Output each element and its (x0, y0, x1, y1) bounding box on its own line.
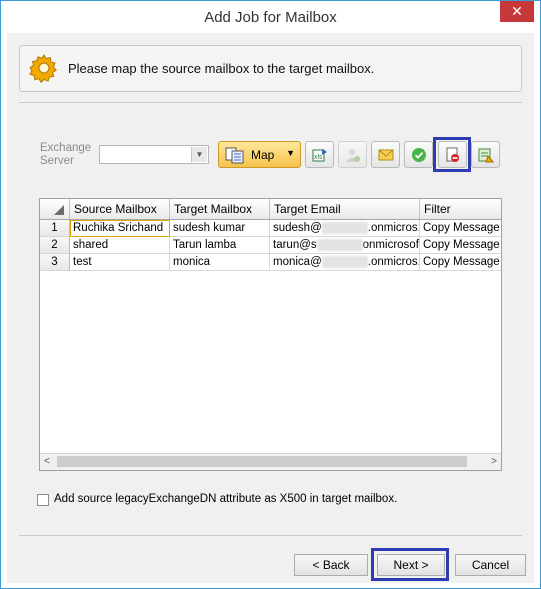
horizontal-scrollbar[interactable]: < > (40, 453, 501, 470)
table-row[interactable]: 2 shared Tarun lamba tarun@s onmicrosoft.… (40, 237, 501, 254)
cancel-button[interactable]: Cancel (455, 554, 526, 576)
filter-cell[interactable]: Copy Message C (420, 254, 501, 271)
mapping-grid[interactable]: Source Mailbox Target Mailbox Target Ema… (39, 198, 502, 471)
email-suffix: onmicrosoft.... (362, 239, 419, 251)
corner-triangle-icon (54, 205, 64, 215)
column-header-source[interactable]: Source Mailbox (70, 199, 170, 219)
dialog-window: Add Job for Mailbox ✕ Please map the sou… (0, 0, 541, 589)
row-number[interactable]: 2 (40, 237, 70, 254)
divider (19, 102, 522, 103)
filter-cell[interactable]: Copy Message C (420, 237, 501, 254)
source-mailbox-cell[interactable]: shared (70, 237, 170, 254)
email-prefix: sudesh@ (273, 222, 322, 234)
map-icon (225, 147, 244, 164)
target-mailbox-cell[interactable]: Tarun lamba (170, 237, 270, 254)
map-button-label: Map (251, 148, 275, 162)
email-button[interactable] (371, 141, 400, 168)
export-mapping-icon: xls (312, 149, 327, 162)
highlight-next (371, 548, 449, 581)
filter-settings-icon (478, 148, 494, 163)
column-header-filter[interactable]: Filter (420, 199, 501, 219)
filter-cell[interactable]: Copy Message C (420, 220, 501, 237)
close-button[interactable]: ✕ (500, 1, 534, 22)
email-prefix: monica@ (273, 256, 322, 268)
chevron-down-icon[interactable]: ▼ (191, 147, 207, 162)
email-suffix: .onmicros... (367, 256, 419, 268)
email-prefix: tarun@s (273, 239, 317, 251)
column-header-target[interactable]: Target Mailbox (170, 199, 270, 219)
target-mailbox-cell[interactable]: sudesh kumar (170, 220, 270, 237)
highlight-remove-mapping (433, 137, 471, 172)
grid-header: Source Mailbox Target Mailbox Target Ema… (40, 199, 501, 220)
export-mapping-button[interactable]: xls (305, 141, 334, 168)
back-button[interactable]: < Back (294, 554, 368, 576)
instruction-text: Please map the source mailbox to the tar… (68, 61, 375, 76)
exchange-server-label: Exchange Server (40, 142, 92, 167)
email-suffix: .onmicros... (367, 222, 419, 234)
add-user-icon (346, 149, 360, 162)
dialog-body: Please map the source mailbox to the tar… (7, 33, 534, 583)
target-email-cell[interactable]: sudesh@ .onmicros... (270, 220, 420, 237)
x500-checkbox[interactable] (37, 494, 49, 506)
window-title: Add Job for Mailbox (204, 9, 337, 26)
validate-button[interactable] (404, 141, 433, 168)
target-email-cell[interactable]: monica@ .onmicros... (270, 254, 420, 271)
row-number[interactable]: 1 (40, 220, 70, 237)
x500-checkbox-label[interactable]: Add source legacyExchangeDN attribute as… (54, 493, 397, 505)
svg-text:xls: xls (314, 154, 323, 161)
source-mailbox-cell[interactable]: Ruchika Srichand (70, 220, 170, 237)
column-header-email[interactable]: Target Email (270, 199, 420, 219)
target-email-cell[interactable]: tarun@s onmicrosoft.... (270, 237, 420, 254)
validate-check-icon (412, 148, 426, 162)
filter-settings-button[interactable] (471, 141, 500, 168)
table-row[interactable]: 1 Ruchika Srichand sudesh kumar sudesh@.… (40, 220, 501, 237)
redacted-block (321, 221, 368, 234)
source-mailbox-cell[interactable]: test (70, 254, 170, 271)
scroll-right-icon[interactable]: > (491, 456, 497, 467)
instruction-banner: Please map the source mailbox to the tar… (19, 45, 522, 92)
add-user-button[interactable] (338, 141, 367, 168)
dropdown-arrow-icon: ▼ (286, 148, 295, 158)
exchange-server-combo[interactable]: ▼ (99, 145, 209, 164)
map-button[interactable]: Map ▼ (218, 141, 301, 168)
select-all-corner[interactable] (40, 199, 70, 219)
divider (19, 535, 522, 536)
scrollbar-thumb[interactable] (57, 456, 467, 467)
redacted-block (316, 238, 363, 251)
redacted-block (321, 255, 368, 268)
title-bar: Add Job for Mailbox ✕ (1, 1, 540, 33)
row-number[interactable]: 3 (40, 254, 70, 271)
gear-icon (29, 54, 57, 84)
email-icon (378, 149, 394, 161)
table-row[interactable]: 3 test monica monica@ .onmicros... Copy M… (40, 254, 501, 271)
target-mailbox-cell[interactable]: monica (170, 254, 270, 271)
scroll-left-icon[interactable]: < (44, 456, 50, 467)
